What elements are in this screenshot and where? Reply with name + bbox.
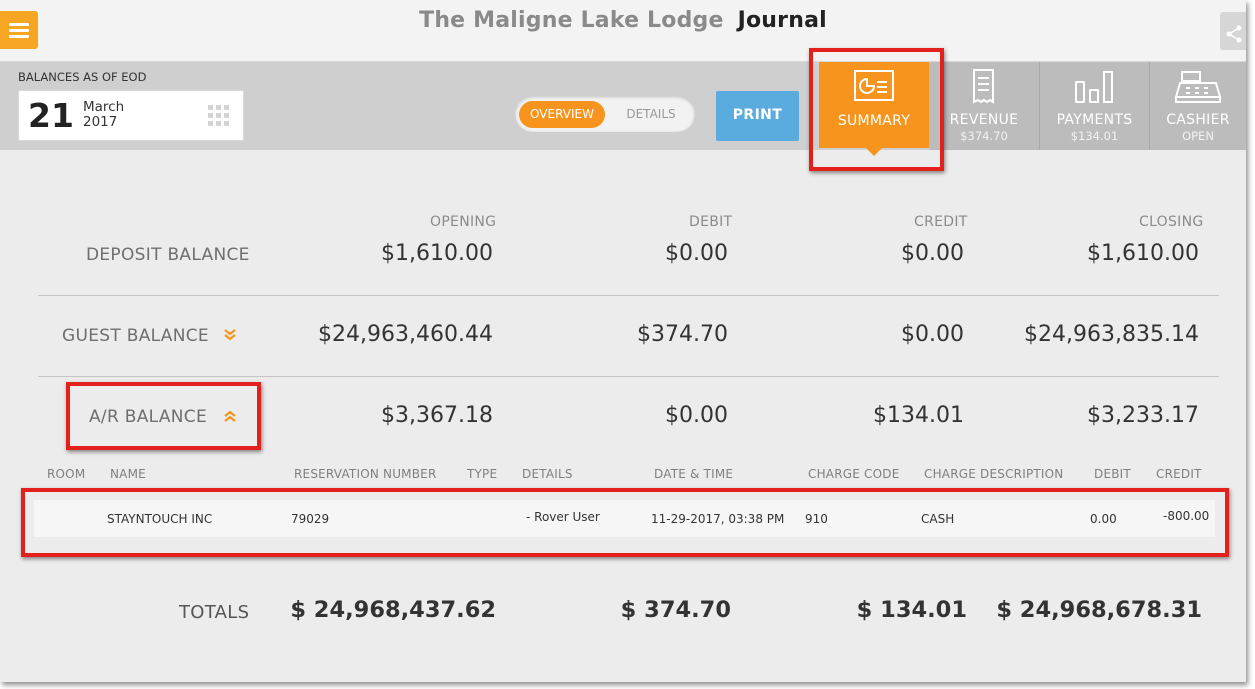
revenue-amount: $374.70 xyxy=(960,129,1008,143)
tab-payments[interactable]: PAYMENTS $134.01 xyxy=(1040,62,1150,150)
toolbar: BALANCES AS OF EOD 21 March 2017 OVERVIE… xyxy=(0,62,1246,156)
date-day: 21 xyxy=(28,96,74,135)
col-credit: CREDIT xyxy=(914,214,968,230)
col-opening: OPENING xyxy=(430,214,497,230)
ar-debit: $0.00 xyxy=(665,403,728,428)
page-name: Journal xyxy=(737,8,827,33)
detail-col-type: TYPE xyxy=(467,467,498,481)
totals-label: TOTALS xyxy=(179,602,250,623)
guest-closing: $24,963,835.14 xyxy=(1024,322,1199,347)
guest-opening: $24,963,460.44 xyxy=(318,322,493,347)
date-year: 2017 xyxy=(83,114,118,130)
share-icon[interactable] xyxy=(1220,12,1246,50)
col-debit: DEBIT xyxy=(689,214,733,230)
chevron-double-down-icon[interactable] xyxy=(224,329,236,341)
total-closing: $ 24,968,678.31 xyxy=(996,597,1202,623)
detail-col-charge-description: CHARGE DESCRIPTION xyxy=(924,467,1064,481)
revenue-receipt-icon xyxy=(929,69,1039,104)
page-title: The Maligne Lake Lodge Journal xyxy=(0,8,1246,33)
date-month: March xyxy=(83,99,125,115)
deposit-credit: $0.00 xyxy=(901,241,964,266)
view-toggle: OVERVIEW DETAILS xyxy=(515,96,695,132)
deposit-debit: $0.00 xyxy=(665,241,728,266)
guest-debit: $374.70 xyxy=(637,322,728,347)
annotation-box-ar-balance xyxy=(66,382,261,450)
guest-balance-label[interactable]: GUEST BALANCE xyxy=(62,326,209,346)
guest-credit: $0.00 xyxy=(901,322,964,347)
date-picker[interactable]: 21 March 2017 xyxy=(18,90,244,141)
col-closing: CLOSING xyxy=(1139,214,1204,230)
top-bar: The Maligne Lake Lodge Journal xyxy=(0,0,1246,62)
tab-revenue[interactable]: REVENUE $374.70 xyxy=(929,62,1040,150)
detail-col-name: NAME xyxy=(110,467,146,481)
tab-payments-label: PAYMENTS xyxy=(1056,112,1133,128)
app-window: The Maligne Lake Lodge Journal BALANCES A… xyxy=(0,0,1246,682)
ar-opening: $3,367.18 xyxy=(381,403,493,428)
cashier-status: OPEN xyxy=(1182,129,1214,143)
tab-cashier[interactable]: CASHIER OPEN xyxy=(1150,62,1246,150)
print-button[interactable]: PRINT xyxy=(716,91,799,141)
cashier-register-icon xyxy=(1150,69,1246,103)
total-opening: $ 24,968,437.62 xyxy=(290,597,496,623)
date-month-year: March 2017 xyxy=(83,100,124,130)
detail-col-reservation: RESERVATION NUMBER xyxy=(294,467,437,481)
divider xyxy=(38,376,1219,377)
total-credit: $ 134.01 xyxy=(856,597,967,623)
detail-col-room: ROOM xyxy=(47,467,86,481)
ar-credit: $134.01 xyxy=(873,403,964,428)
detail-col-datetime: DATE & TIME xyxy=(654,467,734,481)
tab-cashier-label: CASHIER xyxy=(1166,112,1230,128)
detail-col-debit: DEBIT xyxy=(1094,467,1131,481)
hotel-name: The Maligne Lake Lodge xyxy=(419,8,724,33)
toggle-overview[interactable]: OVERVIEW xyxy=(519,101,605,128)
ar-closing: $3,233.17 xyxy=(1087,403,1199,428)
payments-chart-icon xyxy=(1040,69,1149,103)
detail-col-charge-code: CHARGE CODE xyxy=(808,467,900,481)
annotation-box-summary xyxy=(809,48,944,171)
toggle-details[interactable]: DETAILS xyxy=(613,101,689,128)
calendar-grid-icon xyxy=(208,105,229,126)
detail-col-details: DETAILS xyxy=(522,467,573,481)
annotation-box-detail-row xyxy=(21,488,1229,557)
divider xyxy=(38,295,1219,296)
deposit-balance-label: DEPOSIT BALANCE xyxy=(86,245,250,265)
deposit-closing: $1,610.00 xyxy=(1087,241,1199,266)
eod-label: BALANCES AS OF EOD xyxy=(18,70,147,84)
detail-col-credit: CREDIT xyxy=(1156,467,1202,481)
deposit-opening: $1,610.00 xyxy=(381,241,493,266)
payments-amount: $134.01 xyxy=(1070,129,1119,143)
tab-revenue-label: REVENUE xyxy=(949,112,1019,128)
total-debit: $ 374.70 xyxy=(620,597,731,623)
